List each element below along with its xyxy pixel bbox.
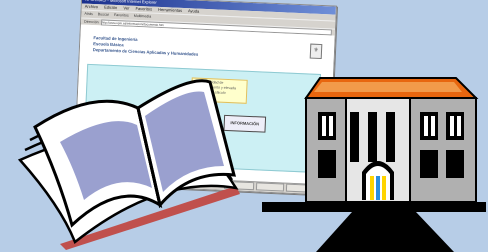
university-building-icon: [262, 77, 486, 252]
clipart-scene: NFORMACI - Microsoft Internet Explorer A…: [0, 0, 488, 252]
